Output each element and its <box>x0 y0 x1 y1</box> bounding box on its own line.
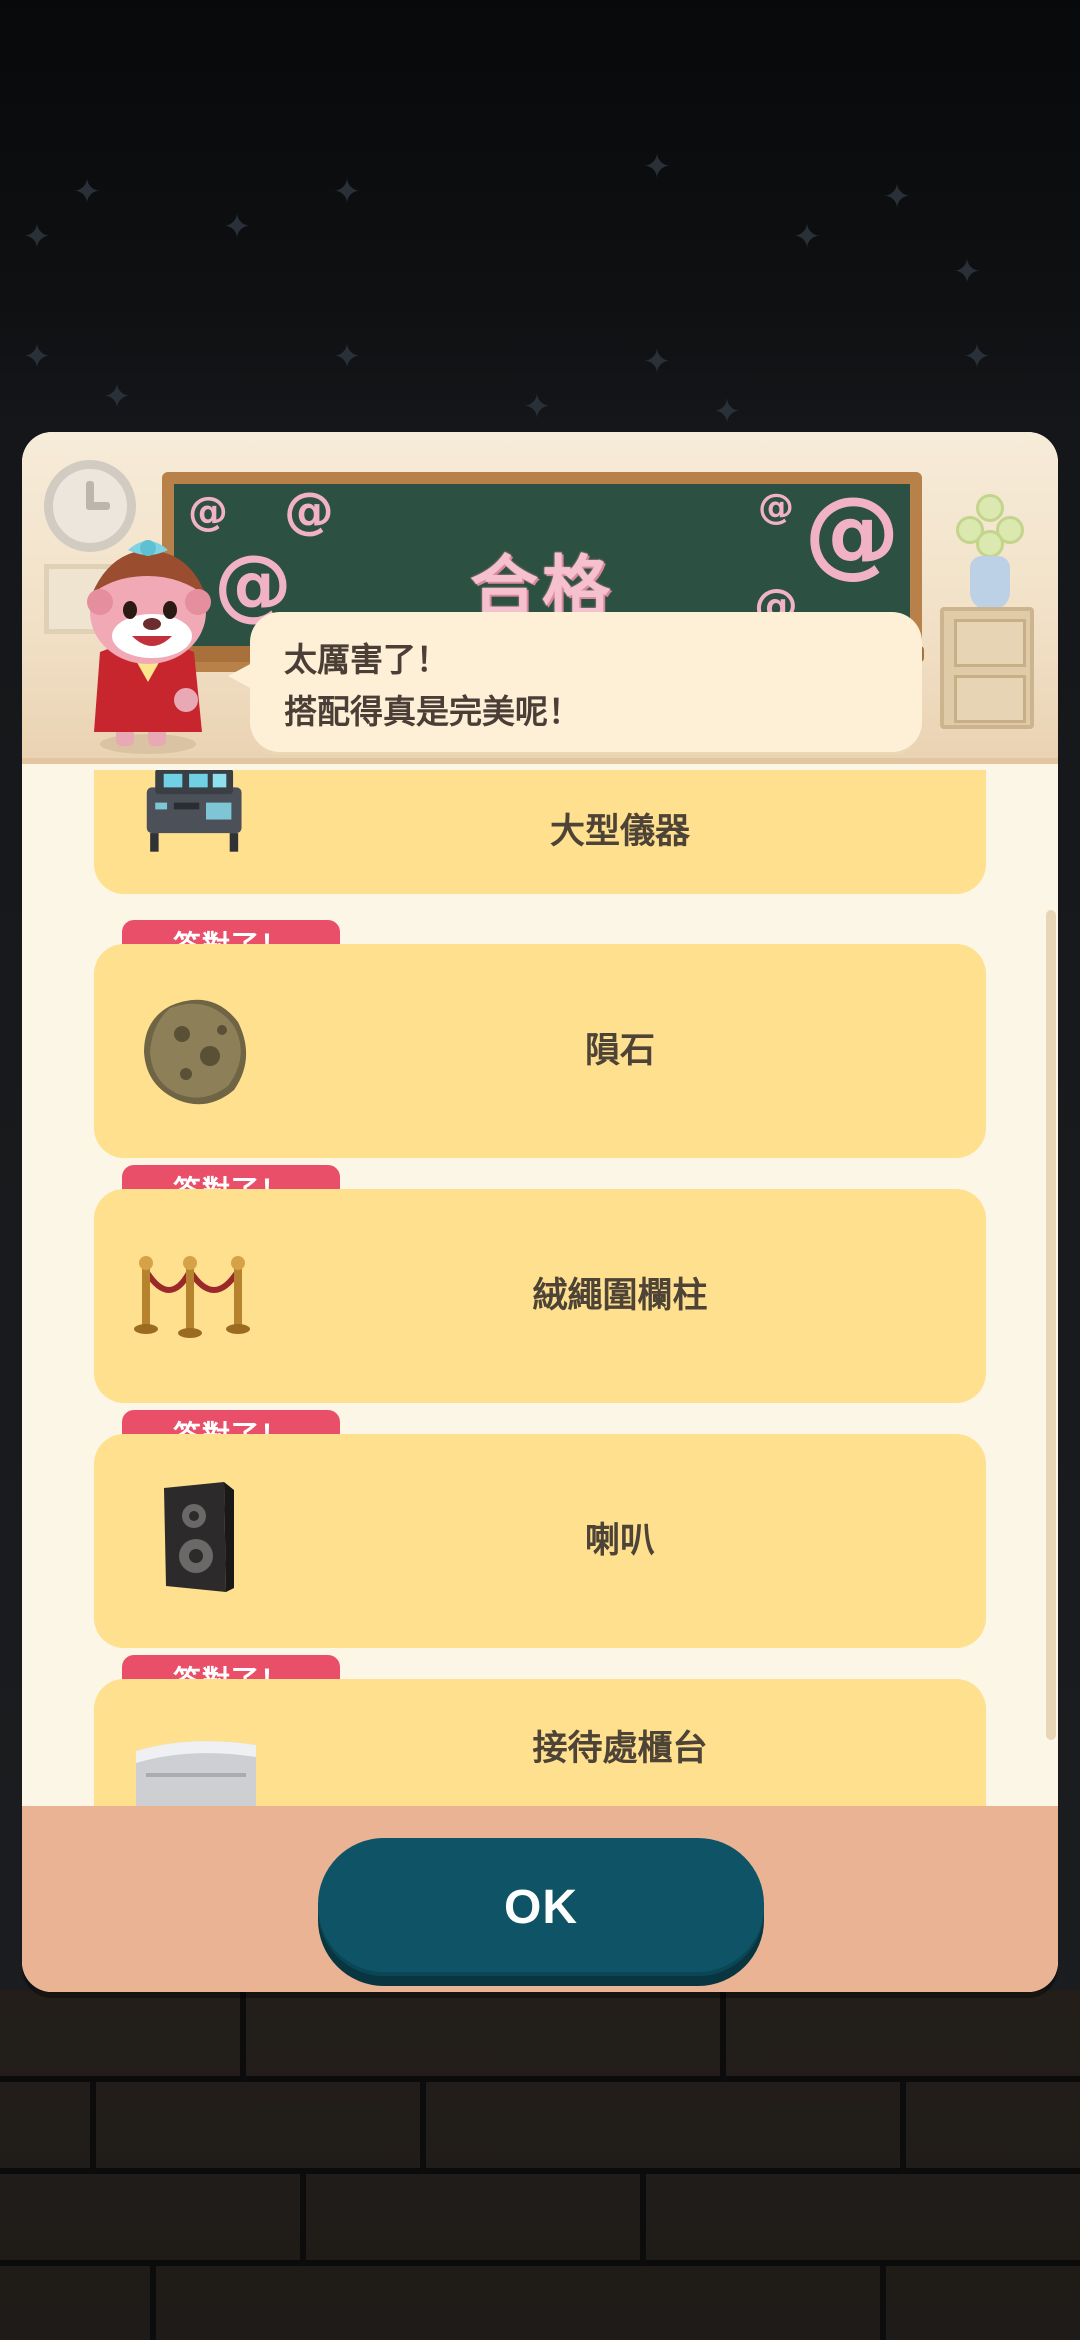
star-decoration: ✦ <box>102 377 132 417</box>
star-decoration: ✦ <box>222 207 252 247</box>
rose-doodle: @ <box>284 482 334 540</box>
dialog-header: @ @ @ @ @ @ 合格 太厲害了！ 搭配得真是完美呢！ <box>22 432 1058 764</box>
list-item: 絨繩圍欄柱 <box>94 1189 986 1403</box>
speech-line-2: 搭配得真是完美呢！ <box>284 692 581 731</box>
star-decoration: ✦ <box>332 337 362 377</box>
list-item: 喇叭 <box>94 1434 986 1648</box>
list-item: 接待處櫃台 <box>94 1679 986 1810</box>
control-panel-icon <box>146 770 242 852</box>
item-name: 隕石 <box>584 1031 655 1071</box>
star-decoration: ✦ <box>22 337 52 377</box>
cabinet <box>940 607 1034 729</box>
answer-list[interactable]: 大型儀器 答對了！ 隕石 答對了！ <box>22 770 1058 1810</box>
result-dialog: @ @ @ @ @ @ 合格 太厲害了！ 搭配得真是完美呢！ 大型儀器 隕石 絨… <box>22 432 1058 1992</box>
list-item: 隕石 <box>94 944 986 1158</box>
wood-floor <box>0 1990 1080 2340</box>
star-decoration: ✦ <box>642 342 672 382</box>
rose-doodle: @ <box>188 489 228 535</box>
star-decoration: ✦ <box>642 147 672 187</box>
item-name: 喇叭 <box>584 1521 655 1561</box>
rope-barrier-icon <box>134 1256 250 1338</box>
speaker-icon <box>164 1482 234 1592</box>
item-name: 接待處櫃台 <box>532 1729 708 1769</box>
dialog-footer: OK <box>22 1806 1058 1992</box>
reception-counter-icon <box>136 1741 256 1810</box>
speech-line-1: 太厲害了！ <box>284 640 449 679</box>
item-name: 絨繩圍欄柱 <box>532 1276 708 1316</box>
star-decoration: ✦ <box>522 387 552 427</box>
star-decoration: ✦ <box>22 217 52 257</box>
rose-doodle: @ <box>758 487 794 528</box>
ok-button[interactable]: OK <box>318 1838 764 1976</box>
speech-bubble: 太厲害了！ 搭配得真是完美呢！ <box>228 612 922 752</box>
star-decoration: ✦ <box>952 252 982 292</box>
item-name: 大型儀器 <box>549 812 690 852</box>
villager-character-icon <box>87 540 211 754</box>
star-decoration: ✦ <box>72 172 102 212</box>
star-decoration: ✦ <box>792 217 822 257</box>
star-decoration: ✦ <box>962 337 992 377</box>
vase-icon <box>970 556 1010 610</box>
list-item: 大型儀器 <box>94 770 986 894</box>
star-decoration: ✦ <box>332 172 362 212</box>
flower-icon <box>952 492 1030 562</box>
star-decoration: ✦ <box>882 177 912 217</box>
star-decoration: ✦ <box>712 392 742 432</box>
meteorite-icon <box>144 999 247 1105</box>
scrollbar[interactable] <box>1046 910 1056 1740</box>
